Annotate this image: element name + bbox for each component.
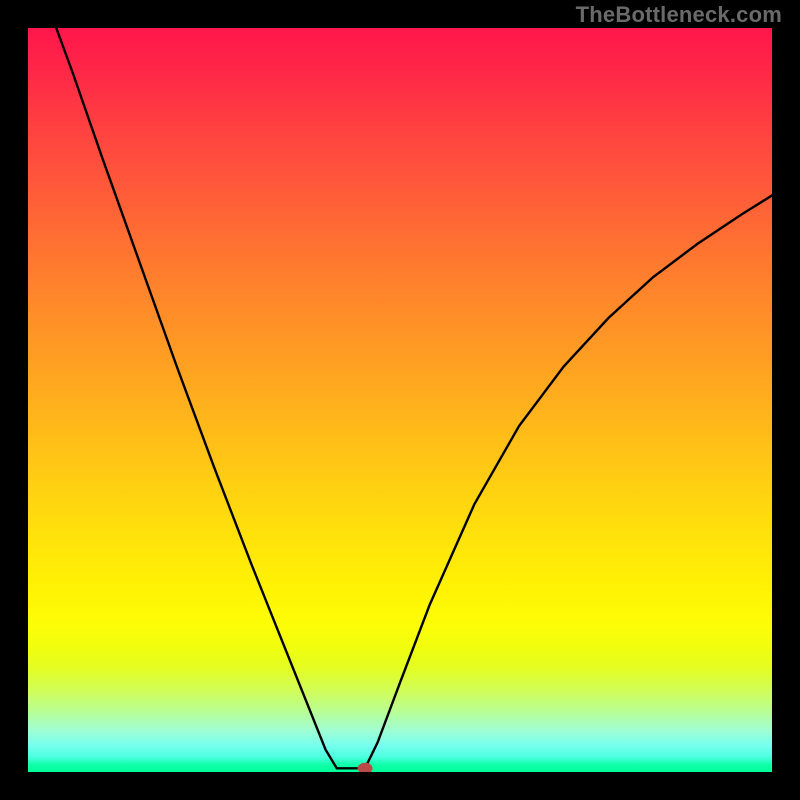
left-curve [56,28,336,768]
watermark-text: TheBottleneck.com [576,2,782,28]
minimum-marker [358,763,372,772]
curve-layer [28,28,772,772]
plot-area [28,28,772,772]
right-curve [365,195,772,768]
chart-container: TheBottleneck.com [0,0,800,800]
